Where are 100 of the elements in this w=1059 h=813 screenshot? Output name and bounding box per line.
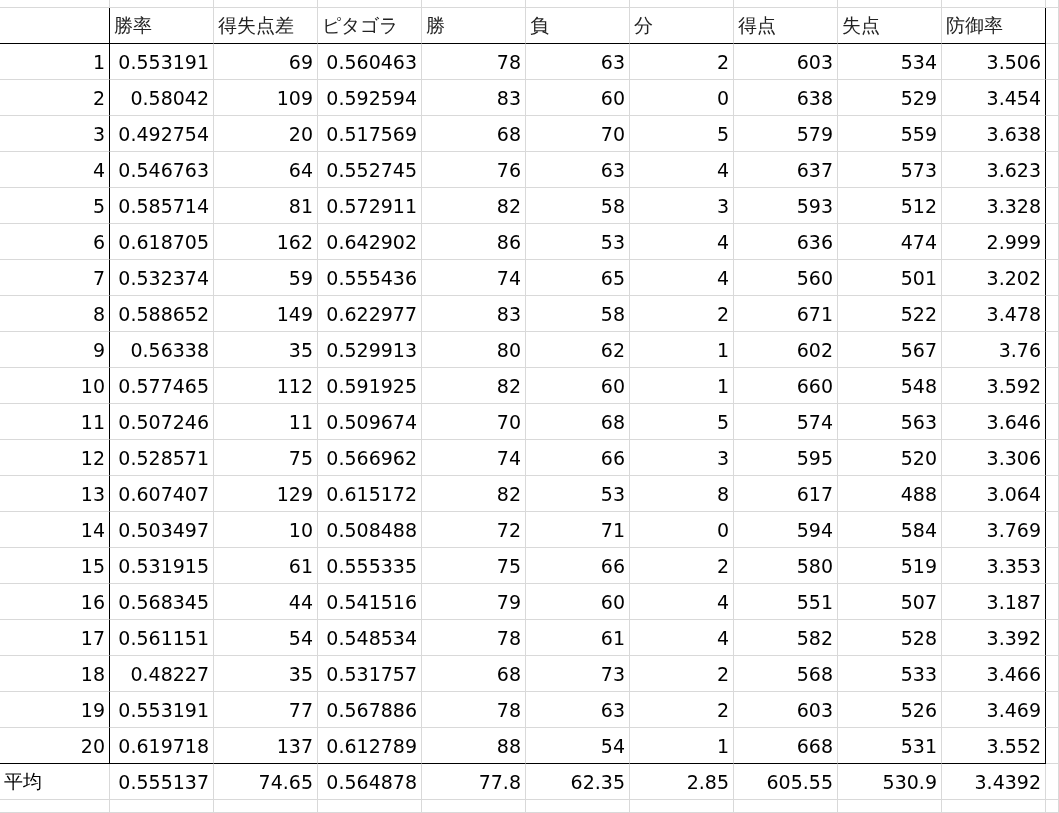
row-header: 8 <box>0 296 110 332</box>
table-cell: 637 <box>734 152 838 188</box>
column-header: 勝率 <box>110 8 214 44</box>
table-cell: 66 <box>526 548 630 584</box>
table-cell: 512 <box>838 188 942 224</box>
table-cell: 58 <box>526 188 630 224</box>
table-cell: 551 <box>734 584 838 620</box>
empty-cell <box>1046 224 1059 260</box>
row-header: 13 <box>0 476 110 512</box>
table-cell: 77.8 <box>422 764 526 800</box>
empty-cell <box>1046 404 1059 440</box>
table-cell: 78 <box>422 620 526 656</box>
table-cell: 0.503497 <box>110 512 214 548</box>
table-cell: 0.507246 <box>110 404 214 440</box>
table-cell: 71 <box>526 512 630 548</box>
row-header: 3 <box>0 116 110 152</box>
table-cell: 78 <box>422 44 526 80</box>
table-cell: 65 <box>526 260 630 296</box>
table-cell: 62 <box>526 332 630 368</box>
table-cell: 638 <box>734 80 838 116</box>
row-header: 20 <box>0 728 110 764</box>
table-cell: 3.187 <box>942 584 1046 620</box>
table-cell: 4 <box>630 152 734 188</box>
empty-cell <box>1046 152 1059 188</box>
table-cell: 4 <box>630 260 734 296</box>
table-cell: 0.592594 <box>318 80 422 116</box>
row-header: 12 <box>0 440 110 476</box>
table-cell: 0.561151 <box>110 620 214 656</box>
table-cell: 0.508488 <box>318 512 422 548</box>
column-header: ピタゴラ <box>318 8 422 44</box>
table-cell: 63 <box>526 152 630 188</box>
table-cell: 501 <box>838 260 942 296</box>
table-cell: 520 <box>838 440 942 476</box>
table-cell: 671 <box>734 296 838 332</box>
table-cell: 82 <box>422 476 526 512</box>
table-cell: 73 <box>526 656 630 692</box>
column-header: 勝 <box>422 8 526 44</box>
table-cell: 0.618705 <box>110 224 214 260</box>
table-cell: 81 <box>214 188 318 224</box>
table-cell: 528 <box>838 620 942 656</box>
table-cell: 0.56338 <box>110 332 214 368</box>
table-cell: 0.546763 <box>110 152 214 188</box>
table-cell: 0.552745 <box>318 152 422 188</box>
row-header: 11 <box>0 404 110 440</box>
table-cell: 82 <box>422 368 526 404</box>
row-header: 7 <box>0 260 110 296</box>
table-cell: 74 <box>422 260 526 296</box>
table-cell: 660 <box>734 368 838 404</box>
row-header: 15 <box>0 548 110 584</box>
table-cell: 0.548534 <box>318 620 422 656</box>
table-cell: 568 <box>734 656 838 692</box>
table-cell: 60 <box>526 584 630 620</box>
table-cell: 567 <box>838 332 942 368</box>
table-cell: 58 <box>526 296 630 332</box>
empty-cell <box>1046 800 1059 813</box>
table-cell: 61 <box>214 548 318 584</box>
table-cell: 0.566962 <box>318 440 422 476</box>
table-cell: 0.48227 <box>110 656 214 692</box>
table-cell: 605.55 <box>734 764 838 800</box>
table-cell: 4 <box>630 224 734 260</box>
column-header: 負 <box>526 8 630 44</box>
table-cell: 3.328 <box>942 188 1046 224</box>
table-cell: 0.560463 <box>318 44 422 80</box>
empty-cell <box>1046 620 1059 656</box>
table-cell: 35 <box>214 332 318 368</box>
table-cell: 3.4392 <box>942 764 1046 800</box>
table-cell: 78 <box>422 692 526 728</box>
table-cell: 112 <box>214 368 318 404</box>
row-header: 2 <box>0 80 110 116</box>
empty-cell <box>1046 692 1059 728</box>
table-cell: 0.612789 <box>318 728 422 764</box>
table-cell: 584 <box>838 512 942 548</box>
table-cell: 70 <box>422 404 526 440</box>
table-cell: 0.607407 <box>110 476 214 512</box>
table-cell: 10 <box>214 512 318 548</box>
empty-cell <box>1046 548 1059 584</box>
empty-cell <box>1046 764 1059 800</box>
table-cell: 534 <box>838 44 942 80</box>
row-header: 16 <box>0 584 110 620</box>
table-cell: 68 <box>422 116 526 152</box>
table-cell: 574 <box>734 404 838 440</box>
table-cell: 0.528571 <box>110 440 214 476</box>
column-header: 得点 <box>734 8 838 44</box>
table-cell: 0.642902 <box>318 224 422 260</box>
table-cell: 63 <box>526 44 630 80</box>
table-cell: 88 <box>422 728 526 764</box>
table-cell: 548 <box>838 368 942 404</box>
table-cell: 0.615172 <box>318 476 422 512</box>
table-cell: 54 <box>526 728 630 764</box>
table-cell: 2 <box>630 692 734 728</box>
table-cell: 3.469 <box>942 692 1046 728</box>
table-cell: 5 <box>630 116 734 152</box>
table-cell: 526 <box>838 692 942 728</box>
table-cell: 137 <box>214 728 318 764</box>
table-cell: 0.531757 <box>318 656 422 692</box>
table-cell: 563 <box>838 404 942 440</box>
empty-cell <box>1046 584 1059 620</box>
table-cell: 83 <box>422 80 526 116</box>
row-header: 18 <box>0 656 110 692</box>
table-cell: 0.591925 <box>318 368 422 404</box>
